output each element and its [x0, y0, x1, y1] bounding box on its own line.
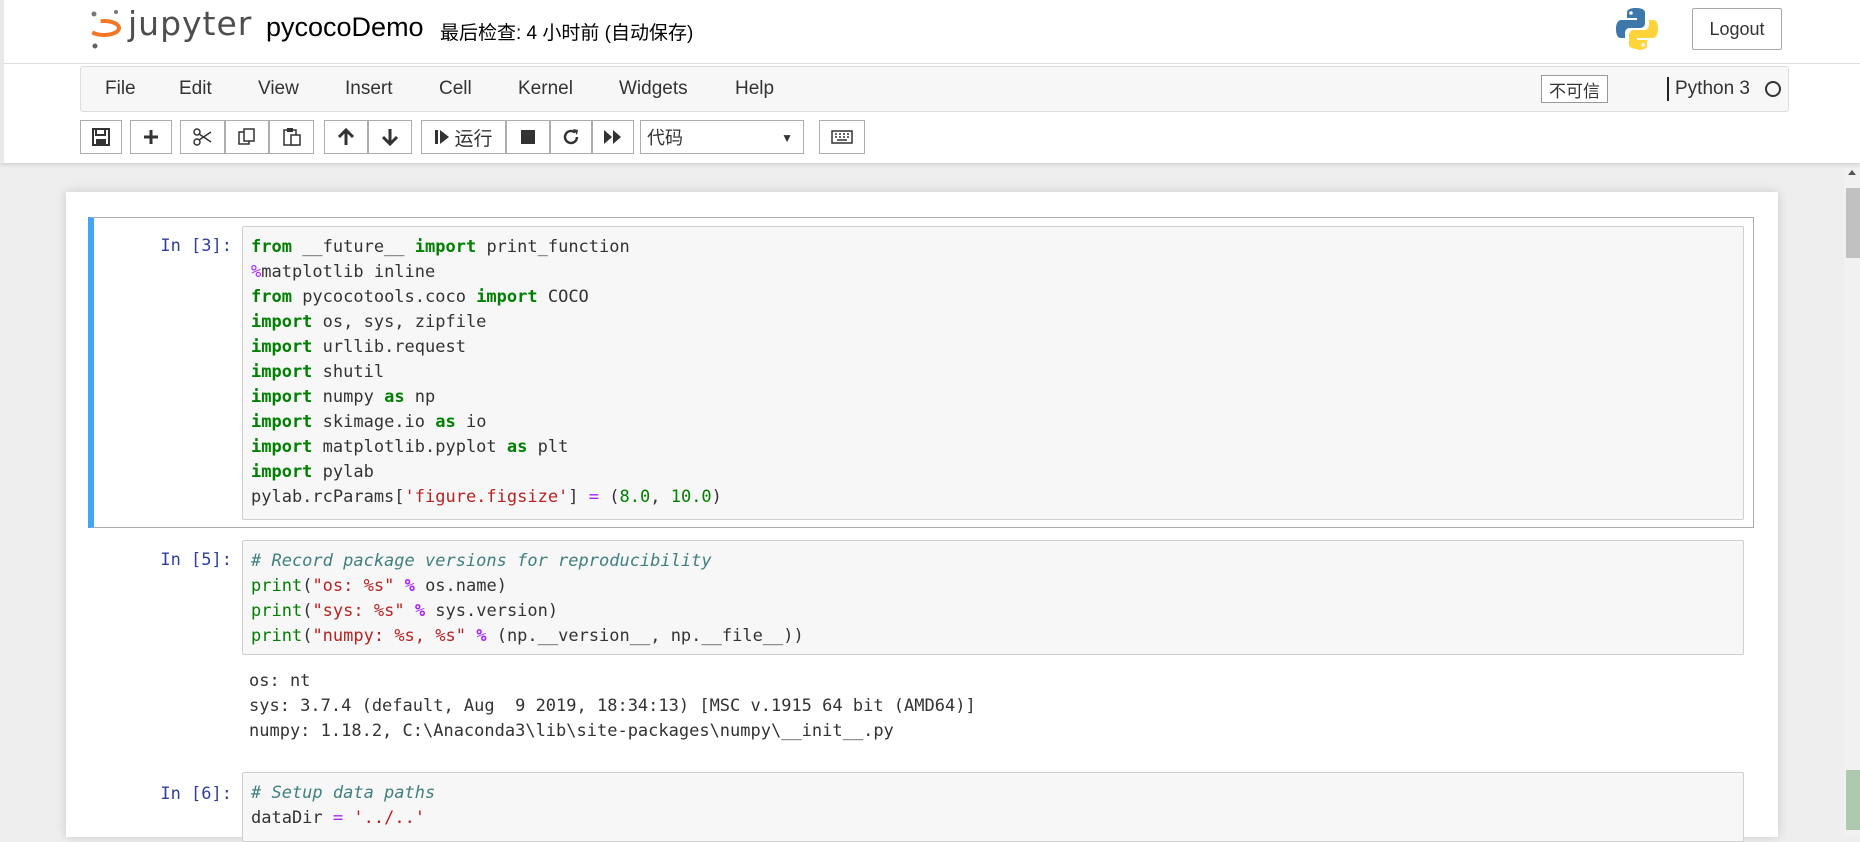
chevron-down-icon: ▼	[781, 131, 793, 145]
code-line: %matplotlib inline	[251, 262, 436, 282]
code-line: pylab.rcParams['figure.figsize'] = (8.0,…	[251, 487, 722, 507]
fast-forward-icon	[604, 130, 621, 144]
code-input[interactable]: from __future__ import print_function %m…	[242, 226, 1744, 520]
code-line: # Setup data paths	[251, 783, 436, 803]
run-label: 运行	[454, 128, 493, 150]
code-input[interactable]: # Setup data paths dataDir = '../..'	[242, 772, 1744, 842]
logout-button[interactable]: Logout	[1692, 8, 1782, 50]
minimap-marker	[1846, 770, 1860, 830]
header-divider	[4, 63, 1860, 64]
scroll-up-arrow-icon[interactable]	[1844, 168, 1860, 182]
kernel-idle-icon	[1765, 81, 1781, 97]
menu-view[interactable]: View	[258, 78, 299, 100]
cut-button[interactable]	[180, 120, 225, 154]
cell-prompt: In [5]:	[160, 550, 232, 570]
code-line: # Record package versions for reproducib…	[251, 551, 712, 571]
code-line: from pycocotools.coco import COCO	[251, 287, 589, 307]
interrupt-button[interactable]	[506, 120, 550, 154]
cell-prompt: In [3]:	[160, 236, 232, 256]
move-up-button[interactable]	[324, 120, 368, 154]
save-button[interactable]	[80, 120, 122, 154]
command-palette-button[interactable]	[819, 120, 865, 154]
menu-file[interactable]: File	[105, 78, 136, 100]
kernel-name: Python 3	[1675, 78, 1750, 99]
code-line: import numpy as np	[251, 387, 436, 407]
arrow-down-icon	[381, 129, 399, 146]
code-line: import urllib.request	[251, 337, 466, 357]
code-line: print("numpy: %s, %s" % (np.__version__,…	[251, 626, 804, 646]
cell-type-value: 代码	[647, 128, 683, 148]
restart-run-all-button[interactable]	[592, 120, 634, 154]
plus-icon	[144, 130, 158, 144]
menu-help[interactable]: Help	[735, 78, 774, 100]
run-button[interactable]: 运行	[421, 120, 506, 154]
stop-icon	[521, 130, 535, 144]
cell-type-select[interactable]: 代码 ▼	[640, 120, 804, 154]
notebook-title[interactable]: pycocoDemo	[266, 12, 424, 43]
menu-edit[interactable]: Edit	[179, 78, 212, 100]
floppy-disk-icon	[92, 128, 110, 146]
code-line: dataDir = '../..'	[251, 808, 426, 828]
output-line: sys: 3.7.4 (default, Aug 9 2019, 18:34:1…	[249, 696, 976, 716]
menu-widgets[interactable]: Widgets	[619, 78, 688, 100]
menu-cell[interactable]: Cell	[439, 78, 472, 100]
clipboard-icon	[282, 128, 301, 146]
refresh-icon	[563, 129, 579, 145]
code-input[interactable]: # Record package versions for reproducib…	[242, 540, 1744, 655]
header: jupyter pycocoDemo 最后检查: 4 小时前 (自动保存) Lo…	[0, 0, 1860, 163]
code-line: import os, sys, zipfile	[251, 312, 487, 332]
code-line: print("sys: %s" % sys.version)	[251, 601, 559, 621]
output-line: numpy: 1.18.2, C:\Anaconda3\lib\site-pac…	[249, 721, 894, 741]
code-line: import skimage.io as io	[251, 412, 487, 432]
scissors-icon	[192, 128, 211, 146]
paste-button[interactable]	[269, 120, 314, 154]
trust-badge[interactable]: 不可信	[1541, 75, 1608, 103]
copy-icon	[238, 128, 255, 145]
menu-insert[interactable]: Insert	[345, 78, 393, 100]
cell-prompt: In [6]:	[160, 784, 232, 804]
output-line: os: nt	[249, 671, 311, 691]
code-line: import matplotlib.pyplot as plt	[251, 437, 569, 457]
checkpoint-status: 最后检查: 4 小时前 (自动保存)	[440, 23, 694, 44]
code-line: import shutil	[251, 362, 385, 382]
restart-button[interactable]	[550, 120, 592, 154]
copy-button[interactable]	[225, 120, 269, 154]
move-down-button[interactable]	[368, 120, 412, 154]
arrow-up-icon	[337, 128, 355, 145]
vertical-scrollbar[interactable]	[1844, 168, 1860, 837]
code-line: import pylab	[251, 462, 374, 482]
jupyter-logo-text: jupyter	[128, 4, 253, 43]
step-forward-icon	[435, 130, 450, 144]
scrollbar-thumb[interactable]	[1846, 188, 1860, 258]
menu-kernel[interactable]: Kernel	[518, 78, 573, 100]
menubar: File Edit View Insert Cell Kernel Widget…	[80, 66, 1789, 112]
kernel-divider	[1667, 77, 1669, 101]
insert-cell-button[interactable]	[130, 120, 172, 154]
python-logo-icon	[1616, 8, 1658, 50]
keyboard-icon	[831, 130, 853, 144]
code-line: from __future__ import print_function	[251, 237, 630, 257]
code-line: print("os: %s" % os.name)	[251, 576, 507, 596]
